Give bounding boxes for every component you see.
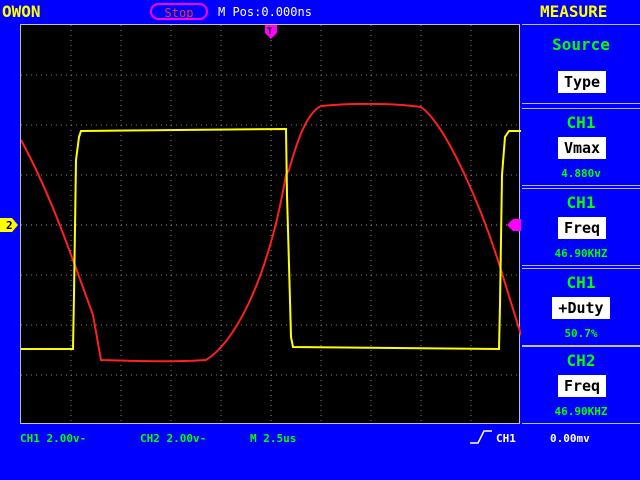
measure-slot-2[interactable]: CH1 Freq 46.90KHZ: [522, 188, 640, 266]
measure-slot-type[interactable]: Freq: [558, 217, 606, 239]
measure-slot-channel: CH1: [566, 193, 596, 212]
trigger-level[interactable]: 0.00mv: [550, 432, 590, 445]
measure-slot-value: 4.880v: [561, 167, 601, 180]
trigger-position-marker[interactable]: T: [265, 25, 277, 39]
menu-title: MEASURE: [540, 2, 608, 21]
ch2-ground-marker-label: 2: [6, 219, 13, 232]
trigger-source[interactable]: CH1: [496, 432, 516, 445]
measure-slot-3[interactable]: CH1 +Duty 50.7%: [522, 268, 640, 346]
measure-slot-4[interactable]: CH2 Freq 46.90KHZ: [522, 346, 640, 424]
measure-slot-value: 46.90KHZ: [554, 247, 608, 260]
graticule: [21, 25, 521, 425]
type-button[interactable]: Type: [558, 71, 606, 93]
trigger-edge-icon: [470, 430, 492, 447]
status-bar: CH1 2.00v- CH2 2.00v- M 2.5us CH1 0.00mv: [0, 428, 640, 452]
waveform-display[interactable]: T: [20, 24, 521, 425]
source-label: Source: [552, 35, 610, 54]
measure-slot-1[interactable]: CH1 Vmax 4.880v: [522, 108, 640, 186]
measure-slot-type[interactable]: Freq: [558, 375, 606, 397]
brand-logo: OWON: [2, 2, 41, 21]
measure-slot-channel: CH1: [566, 273, 596, 292]
source-type-box[interactable]: Source Type: [522, 24, 640, 104]
trigger-level-marker[interactable]: [507, 219, 521, 231]
measure-slot-channel: CH2: [566, 351, 596, 370]
ch1-scale-readout[interactable]: CH1 2.00v-: [20, 432, 86, 445]
measure-panel: Source Type CH1 Vmax 4.880v CH1 Freq 46.…: [522, 24, 640, 424]
measure-slot-value: 50.7%: [564, 327, 598, 340]
timebase-readout[interactable]: M 2.5us: [250, 432, 296, 445]
ch2-waveform: [21, 102, 521, 363]
trigger-position-marker-label: T: [267, 27, 273, 37]
ch2-scale-readout[interactable]: CH2 2.00v-: [140, 432, 206, 445]
top-bar: OWON Stop M Pos:0.000ns MEASURE: [0, 0, 640, 24]
ch2-ground-marker[interactable]: 2: [0, 217, 18, 232]
measure-slot-channel: CH1: [566, 113, 596, 132]
measure-slot-value: 46.90KHZ: [554, 405, 608, 418]
measure-slot-type[interactable]: Vmax: [558, 137, 606, 159]
run-stop-status[interactable]: Stop: [150, 3, 208, 20]
measure-slot-type[interactable]: +Duty: [552, 297, 610, 319]
horizontal-position-readout: M Pos:0.000ns: [218, 5, 312, 19]
